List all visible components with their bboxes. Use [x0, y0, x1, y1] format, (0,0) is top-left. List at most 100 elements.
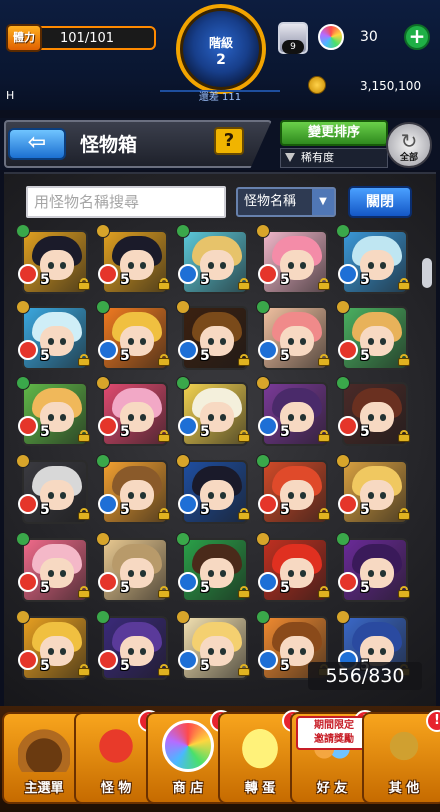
monster-card[interactable]: 5 — [96, 376, 170, 446]
monster-level: 5 — [360, 272, 370, 288]
monster-card[interactable]: 5 — [16, 532, 90, 602]
monster-card[interactable]: 5 — [96, 300, 170, 370]
monster-card[interactable]: 5 — [336, 376, 410, 446]
chevron-down-icon: ▼ — [312, 189, 334, 215]
monster-card[interactable]: 5 — [16, 454, 90, 524]
type-mark-icon — [176, 610, 190, 624]
monster-card[interactable]: 5 — [336, 532, 410, 602]
search-type-select[interactable]: 怪物名稱 ▼ — [236, 187, 336, 217]
monster-card[interactable]: 5 — [16, 300, 90, 370]
fire-element-icon — [18, 572, 38, 592]
type-mark-icon — [96, 610, 110, 624]
lock-body — [318, 282, 330, 290]
monster-card[interactable]: 5 — [176, 224, 250, 294]
monster-level: 5 — [200, 348, 210, 364]
close-search-button[interactable]: 關閉 — [348, 186, 412, 218]
water-element-icon — [178, 264, 198, 284]
monster-eye — [288, 492, 294, 499]
lock-body — [78, 358, 90, 366]
lock-icon — [238, 586, 250, 598]
monster-eye — [208, 414, 214, 421]
monster-card[interactable]: 5 — [336, 300, 410, 370]
monster-level: 5 — [280, 502, 290, 518]
nav-item[interactable]: 其 他! — [362, 710, 440, 804]
monster-eye — [128, 338, 134, 345]
monster-card[interactable]: 5 — [176, 300, 250, 370]
monster-card[interactable]: 5 — [336, 224, 410, 294]
gift-count: 9 — [282, 40, 304, 54]
monster-eye — [140, 262, 146, 269]
water-element-icon — [98, 340, 118, 360]
lock-icon — [318, 278, 330, 290]
back-button[interactable]: ⇦ — [8, 128, 66, 160]
lock-body — [238, 282, 250, 290]
sort-current[interactable]: 稀有度 — [280, 148, 388, 168]
rank-badge[interactable]: 階級 2 — [176, 4, 266, 94]
orb-icon — [318, 24, 344, 50]
monster-eye — [208, 648, 214, 655]
fire-element-icon — [338, 572, 358, 592]
water-element-icon — [178, 494, 198, 514]
lock-body — [398, 590, 410, 598]
lock-icon — [78, 664, 90, 676]
monster-eye — [48, 570, 54, 577]
type-mark-icon — [16, 610, 30, 624]
change-sort-button[interactable]: 變更排序 — [280, 120, 388, 146]
help-button[interactable]: ? — [214, 127, 244, 155]
monster-eye — [220, 414, 226, 421]
lock-body — [78, 668, 90, 676]
lock-body — [78, 282, 90, 290]
bottom-navigation: 主選單怪 物!商 店!轉 蛋!好 友!期間限定 邀請獎勵其 他! — [0, 706, 440, 812]
monster-card[interactable]: 5 — [256, 224, 330, 294]
rank-label: 階級 — [208, 36, 233, 50]
monster-card[interactable]: 5 — [96, 224, 170, 294]
scrollbar-handle[interactable] — [422, 258, 432, 288]
search-input[interactable]: 用怪物名稱搜尋 — [26, 186, 226, 218]
lock-body — [158, 512, 170, 520]
monster-card[interactable]: 5 — [176, 532, 250, 602]
monster-card[interactable]: 5 — [256, 454, 330, 524]
monster-level: 5 — [120, 658, 130, 674]
gift-box-icon[interactable]: 9 — [278, 22, 308, 54]
monster-card[interactable]: 5 — [96, 454, 170, 524]
monster-eye — [380, 570, 386, 577]
monster-eye — [300, 570, 306, 577]
monster-card[interactable]: 5 — [256, 300, 330, 370]
lock-icon — [78, 278, 90, 290]
monster-level: 5 — [200, 580, 210, 596]
monster-card[interactable]: 5 — [176, 376, 250, 446]
monster-eye — [208, 262, 214, 269]
lock-icon — [78, 586, 90, 598]
monster-level: 5 — [200, 424, 210, 440]
status-bar: 體力 101/101 階級 2 還差 111 9 30 + 3,150,100 … — [0, 0, 440, 110]
monster-card[interactable]: 5 — [16, 376, 90, 446]
fire-element-icon — [18, 494, 38, 514]
lock-body — [318, 590, 330, 598]
all-toggle-button[interactable]: ↻ 全部 — [386, 122, 432, 168]
event-banner[interactable]: 期間限定 邀請獎勵 — [296, 716, 372, 750]
monster-card[interactable]: 5 — [256, 532, 330, 602]
lock-icon — [78, 354, 90, 366]
monster-eye — [48, 648, 54, 655]
water-element-icon — [178, 572, 198, 592]
monster-card[interactable]: 5 — [96, 610, 170, 680]
monster-card[interactable]: 5 — [176, 454, 250, 524]
monster-card[interactable]: 5 — [16, 610, 90, 680]
monster-card[interactable]: 5 — [16, 224, 90, 294]
monster-card[interactable]: 5 — [96, 532, 170, 602]
lock-body — [158, 668, 170, 676]
monster-eye — [368, 648, 374, 655]
buy-orb-button[interactable]: + — [404, 24, 430, 50]
type-mark-icon — [16, 300, 30, 314]
monster-card[interactable]: 5 — [176, 610, 250, 680]
lock-body — [78, 434, 90, 442]
other-icon — [378, 720, 430, 772]
lock-icon — [238, 508, 250, 520]
fire-element-icon — [98, 416, 118, 436]
lock-icon — [238, 430, 250, 442]
monster-card[interactable]: 5 — [256, 376, 330, 446]
lock-body — [158, 590, 170, 598]
type-mark-icon — [96, 532, 110, 546]
monster-card[interactable]: 5 — [336, 454, 410, 524]
type-mark-icon — [336, 300, 350, 314]
